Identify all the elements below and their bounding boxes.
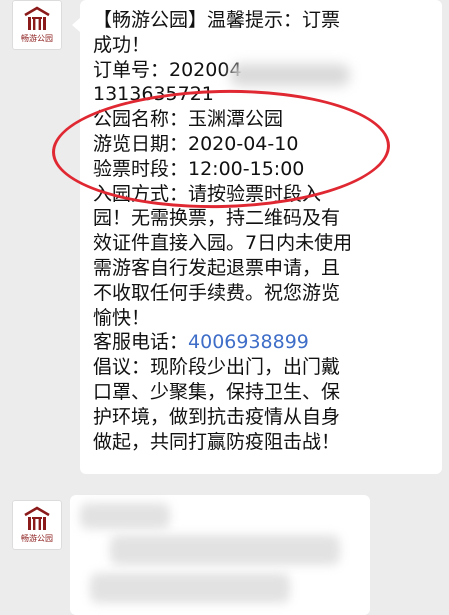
park-gate-logo-icon (24, 6, 50, 30)
entry-method-line: 入园方式：请按验票时段入 (93, 182, 322, 205)
service-phone-line: 客服电话：4006938899 (93, 330, 432, 355)
redaction-blur (80, 503, 170, 529)
message-line: 倡议：现阶段少出门，出门戴 (93, 356, 341, 379)
park-gate-logo-icon (24, 506, 50, 530)
service-phone-link[interactable]: 4006938899 (188, 331, 309, 353)
sender-name: 畅游公园 (21, 34, 53, 43)
message-line: 效证件直接入园。7日内未使用 (93, 232, 353, 255)
ticket-time-line: 验票时段：12:00-15:00 (93, 157, 305, 180)
message-line: 需游客自行发起退票申请，且 (93, 256, 341, 279)
message-line: 护环境，做到抗击疫情从自身 (93, 405, 341, 428)
message-line: 口罩、少聚集，保持卫生、保 (93, 380, 341, 403)
message-line: 愉快！ (93, 306, 151, 329)
redacted-message-bubble[interactable] (70, 495, 370, 615)
redaction-blur (230, 64, 350, 86)
message-line: 成功！ (93, 33, 151, 56)
message-line: 不收取任何手续费。祝您游览 (93, 281, 341, 304)
redaction-blur (90, 573, 290, 603)
message-line: 做起，共同打赢防疫阻击战！ (93, 430, 341, 453)
redaction-blur (110, 535, 340, 565)
order-number-continued: 1313635721 (93, 83, 214, 106)
park-name-line: 公园名称：玉渊潭公园 (93, 108, 284, 131)
message-bubble[interactable]: 【畅游公园】温馨提示：订票 成功！ 订单号：202004 1313635721 … (72, 0, 442, 474)
sender-name: 畅游公园 (21, 534, 53, 543)
sender-avatar[interactable]: 畅游公园 (12, 500, 62, 550)
visit-date-line: 游览日期：2020-04-10 (93, 132, 299, 155)
message-line: 园！无需换票，持二维码及有 (93, 207, 341, 230)
sender-avatar[interactable]: 畅游公园 (12, 0, 62, 50)
service-phone-label: 客服电话： (93, 331, 189, 354)
message-line: 【畅游公园】温馨提示：订票 (93, 9, 341, 31)
